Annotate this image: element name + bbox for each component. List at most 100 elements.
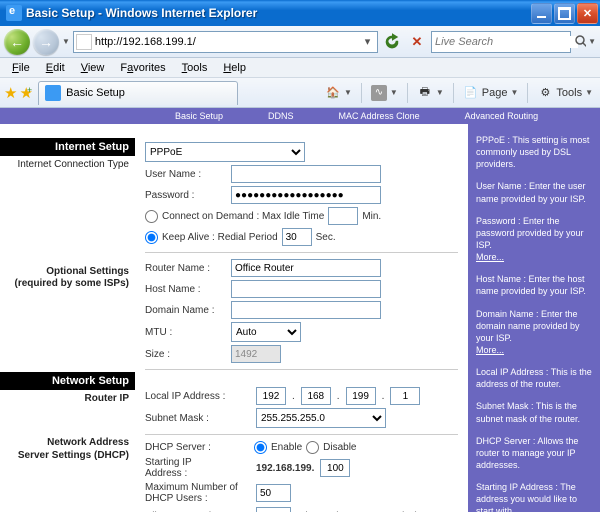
subnav-mac-clone[interactable]: MAC Address Clone [339,111,420,121]
refresh-button[interactable] [381,31,403,53]
search-button[interactable]: ▼ [574,31,596,53]
label-dhcp-server: DHCP Server : [145,442,250,453]
label-password: Password : [145,190,225,201]
menu-file[interactable]: File [6,60,36,76]
search-icon [574,34,586,50]
favorites-buttons: ★ ★+ [4,84,38,102]
hostname-input[interactable] [231,280,381,298]
left-column: Internet Setup Internet Connection Type … [0,124,135,512]
mtu-select[interactable]: Auto [231,322,301,342]
print-button[interactable]: 🖶▼ [414,82,447,104]
address-bar[interactable]: ▾ [73,31,378,53]
connect-on-demand-radio[interactable] [145,210,158,223]
menu-edit[interactable]: Edit [40,60,71,76]
maximize-button[interactable] [554,3,575,24]
print-icon: 🖶 [417,85,433,101]
dhcp-enable-radio[interactable] [254,441,267,454]
subnav-ddns[interactable]: DDNS [268,111,294,121]
tab-label: Basic Setup [66,87,125,99]
page-menu-icon: 📄 [463,85,479,101]
nav-toolbar: ← → ▼ ▾ ✕ ▼ [0,26,600,58]
startip-input[interactable] [320,459,350,477]
form-column: PPPoE User Name : Password : Connect on … [135,124,468,512]
section-internet-setup: Internet Setup [0,138,135,156]
subnav-advanced-routing[interactable]: Advanced Routing [465,111,539,121]
help-domainname: Domain Name : Enter the domain name prov… [476,309,580,343]
help-dhcp: DHCP Server : Allows the router to manag… [476,435,592,471]
address-dropdown-icon[interactable]: ▾ [360,35,375,48]
help-username: User Name : Enter the user name provided… [476,180,592,204]
routername-input[interactable] [231,259,381,277]
lease-input[interactable] [256,507,291,512]
maxusers-input[interactable] [256,484,291,502]
help-hostname: Host Name : Enter the host name provided… [476,273,592,297]
label-domainname: Domain Name : [145,305,225,316]
page-button[interactable]: 📄Page▼ [460,82,522,104]
label-connection-type: Internet Connection Type [0,156,135,175]
max-idle-input[interactable] [328,207,358,225]
close-button[interactable] [577,3,598,24]
menu-view[interactable]: View [75,60,111,76]
menu-favorites[interactable]: Favorites [114,60,171,76]
connect-on-demand-row: Connect on Demand : Max Idle Time Min. [145,207,458,225]
localip-2[interactable] [301,387,331,405]
forward-button[interactable]: → [33,29,59,55]
window-titlebar: Basic Setup - Windows Internet Explorer [0,0,600,26]
address-input[interactable] [95,33,360,51]
localip-1[interactable] [256,387,286,405]
home-icon: 🏠 [325,85,341,101]
help-pppoe: PPPoE : This setting is most commonly us… [476,134,592,170]
keep-alive-radio[interactable] [145,231,158,244]
minimize-button[interactable] [531,3,552,24]
help-column: PPPoE : This setting is most commonly us… [468,124,600,512]
subnet-select[interactable]: 255.255.255.0 [256,408,386,428]
help-subnet: Subnet Mask : This is the subnet mask of… [476,400,592,424]
favorites-star-icon[interactable]: ★ [4,84,17,102]
feeds-button[interactable]: ∿▼ [368,82,401,104]
label-startip: Starting IP Address : [145,457,250,479]
home-button[interactable]: 🏠▼ [322,82,355,104]
localip-4[interactable] [390,387,420,405]
domainname-input[interactable] [231,301,381,319]
label-mtu: MTU : [145,327,225,338]
help-startip: Starting IP Address : The address you wo… [476,481,592,512]
tools-button[interactable]: ⚙Tools▼ [534,82,596,104]
username-input[interactable] [231,165,381,183]
keep-alive-row: Keep Alive : Redial Period Sec. [145,228,458,246]
search-box[interactable] [431,31,571,53]
search-input[interactable] [435,36,578,48]
back-button[interactable]: ← [4,29,30,55]
window-title: Basic Setup - Windows Internet Explorer [26,6,529,20]
label-subnet: Subnet Mask : [145,413,250,424]
gear-icon: ⚙ [537,85,553,101]
stop-button[interactable]: ✕ [406,31,428,53]
label-routername: Router Name : [145,263,225,274]
browser-tab[interactable]: Basic Setup [38,81,238,105]
label-dhcp-settings: Network Address Server Settings (DHCP) [0,434,135,465]
connection-type-select[interactable]: PPPoE [145,142,305,162]
size-input [231,345,281,363]
router-subnav: Basic Setup DDNS MAC Address Clone Advan… [0,108,600,124]
label-optional-settings: Optional Settings (required by some ISPs… [0,263,135,294]
help-more-1[interactable]: More... [476,252,504,262]
subnav-basic-setup[interactable]: Basic Setup [175,111,223,121]
dhcp-disable-radio[interactable] [306,441,319,454]
label-router-ip: Router IP [0,390,135,409]
nav-dropdown-icon[interactable]: ▼ [62,37,70,46]
label-hostname: Host Name : [145,284,225,295]
refresh-icon [382,32,402,52]
help-password: Password : Enter the password provided b… [476,216,584,250]
rss-icon: ∿ [371,85,387,101]
password-input[interactable] [231,186,381,204]
tab-page-icon [45,85,61,101]
section-network-setup: Network Setup [0,372,135,390]
label-username: User Name : [145,169,225,180]
menu-help[interactable]: Help [217,60,252,76]
label-localip: Local IP Address : [145,391,250,402]
menu-tools[interactable]: Tools [176,60,214,76]
router-page: Basic Setup DDNS MAC Address Clone Advan… [0,108,600,512]
localip-3[interactable] [346,387,376,405]
redial-period-input[interactable] [282,228,312,246]
tab-toolbar: ★ ★+ Basic Setup 🏠▼ ∿▼ 🖶▼ 📄Page▼ ⚙Tools▼ [0,78,600,108]
help-more-2[interactable]: More... [476,345,504,355]
